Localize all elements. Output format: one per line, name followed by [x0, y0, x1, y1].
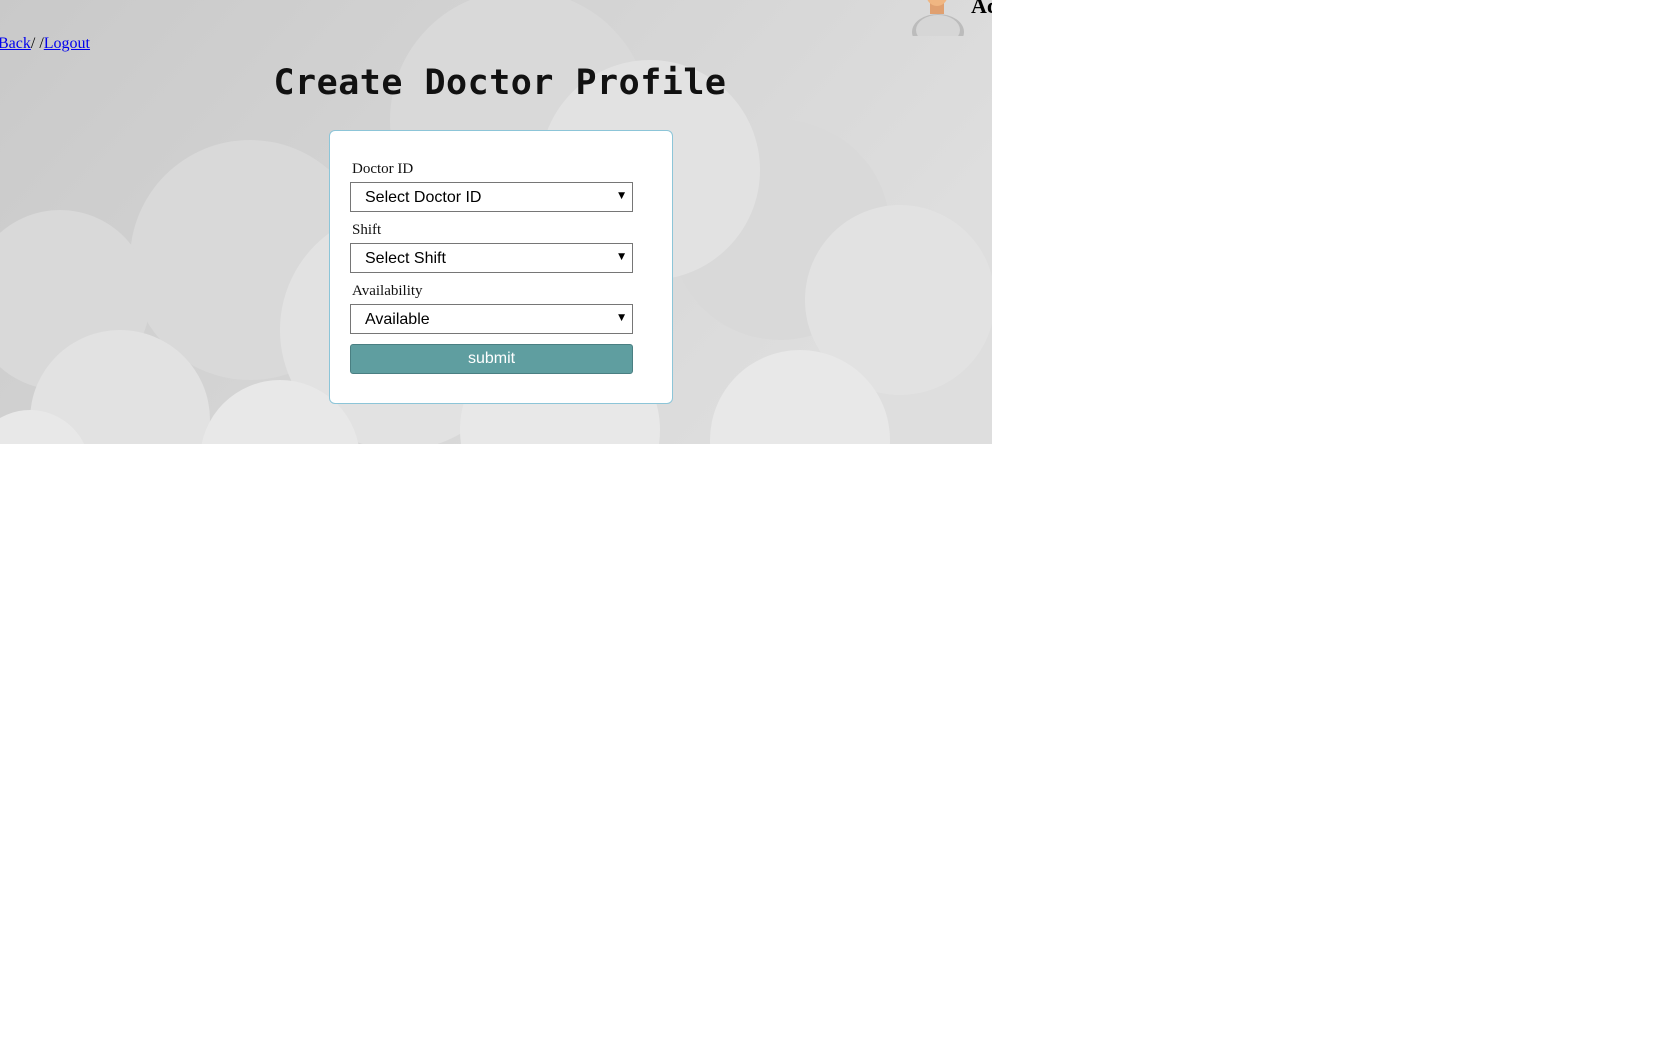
availability-select[interactable]: Available ▼ [350, 304, 633, 334]
chevron-down-icon: ▼ [618, 252, 625, 262]
page-title: Create Doctor Profile [273, 63, 727, 103]
user-name: Ad [971, 0, 992, 18]
availability-label: Availability [352, 283, 423, 299]
shift-label: Shift [352, 222, 382, 238]
availability-select-value: Available [365, 311, 430, 328]
chevron-down-icon: ▼ [618, 313, 625, 323]
shift-select-value: Select Shift [365, 250, 446, 267]
user-avatar-icon [912, 0, 964, 36]
top-navigation: Back/ /Logout [0, 35, 90, 53]
submit-button[interactable]: submit [350, 344, 633, 374]
page-header-background: Back/ /Logout Ad Create Doctor Profile D… [0, 0, 992, 444]
nav-separator: / / [30, 35, 44, 52]
logout-link[interactable]: Logout [44, 35, 90, 52]
doctor-id-label: Doctor ID [352, 161, 414, 177]
shift-select[interactable]: Select Shift ▼ [350, 243, 633, 273]
doctor-id-select-value: Select Doctor ID [365, 189, 482, 206]
chevron-down-icon: ▼ [618, 191, 625, 201]
doctor-id-select[interactable]: Select Doctor ID ▼ [350, 182, 633, 212]
doctor-profile-form: Doctor ID Select Doctor ID ▼ Shift Selec… [329, 130, 673, 404]
back-link[interactable]: Back [0, 35, 31, 52]
